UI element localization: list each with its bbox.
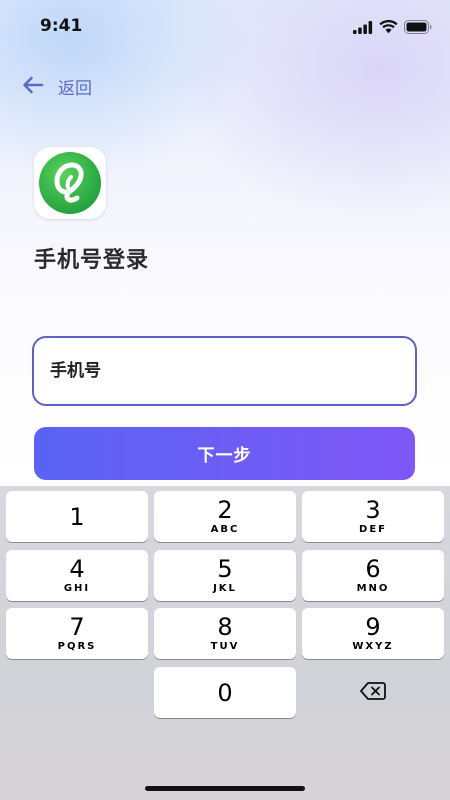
backspace-icon	[359, 681, 387, 705]
key-digit: 3	[365, 496, 381, 524]
back-button[interactable]: 返回	[22, 74, 92, 99]
delete-key[interactable]	[302, 667, 444, 718]
key-letters: TUV	[210, 641, 240, 652]
wifi-icon	[379, 19, 398, 38]
key-8[interactable]: 8 TUV	[154, 608, 296, 659]
key-letters: GHI	[63, 583, 91, 594]
key-digit: 8	[217, 613, 233, 641]
key-digit: 4	[69, 555, 85, 583]
status-icons	[353, 19, 432, 38]
key-9[interactable]: 9 WXYZ	[302, 608, 444, 659]
key-letters: JKL	[213, 583, 237, 594]
back-label: 返回	[58, 79, 92, 99]
key-5[interactable]: 5 JKL	[154, 550, 296, 601]
cellular-signal-icon	[353, 19, 373, 38]
key-letters: WXYZ	[352, 641, 394, 652]
page-title: 手机号登录	[34, 248, 150, 273]
key-1[interactable]: 1	[6, 491, 148, 542]
arrow-left-icon	[22, 76, 44, 98]
key-digit: 7	[69, 613, 85, 641]
key-3[interactable]: 3 DEF	[302, 491, 444, 542]
key-letters: ABC	[210, 524, 240, 535]
key-digit: 1	[69, 503, 85, 531]
phone-number-input[interactable]	[32, 336, 417, 406]
key-7[interactable]: 7 PQRS	[6, 608, 148, 659]
key-letters: PQRS	[57, 641, 97, 652]
key-digit: 2	[217, 496, 233, 524]
key-0[interactable]: 0	[154, 667, 296, 718]
numeric-keyboard: 1 2 ABC 3 DEF 4 GHI 5 JKL 6 MNO 7 PQRS 8…	[0, 486, 450, 800]
key-digit: 6	[365, 555, 381, 583]
battery-icon	[404, 19, 432, 38]
next-step-button[interactable]: 下一步	[34, 427, 415, 480]
key-digit: 0	[217, 679, 233, 707]
key-digit: 9	[365, 613, 381, 641]
key-digit: 5	[217, 555, 233, 583]
status-time: 9:41	[40, 16, 83, 36]
status-bar: 9:41	[0, 0, 450, 54]
key-letters: MNO	[356, 583, 390, 594]
key-letters: DEF	[359, 524, 387, 535]
key-6[interactable]: 6 MNO	[302, 550, 444, 601]
key-2[interactable]: 2 ABC	[154, 491, 296, 542]
key-4[interactable]: 4 GHI	[6, 550, 148, 601]
login-screen: 9:41 返回 手机号登录 手机号 下一步 1 2 ABC 3 DEF 4 GH…	[0, 0, 450, 800]
home-indicator	[145, 786, 305, 791]
app-logo-icon	[34, 147, 106, 219]
